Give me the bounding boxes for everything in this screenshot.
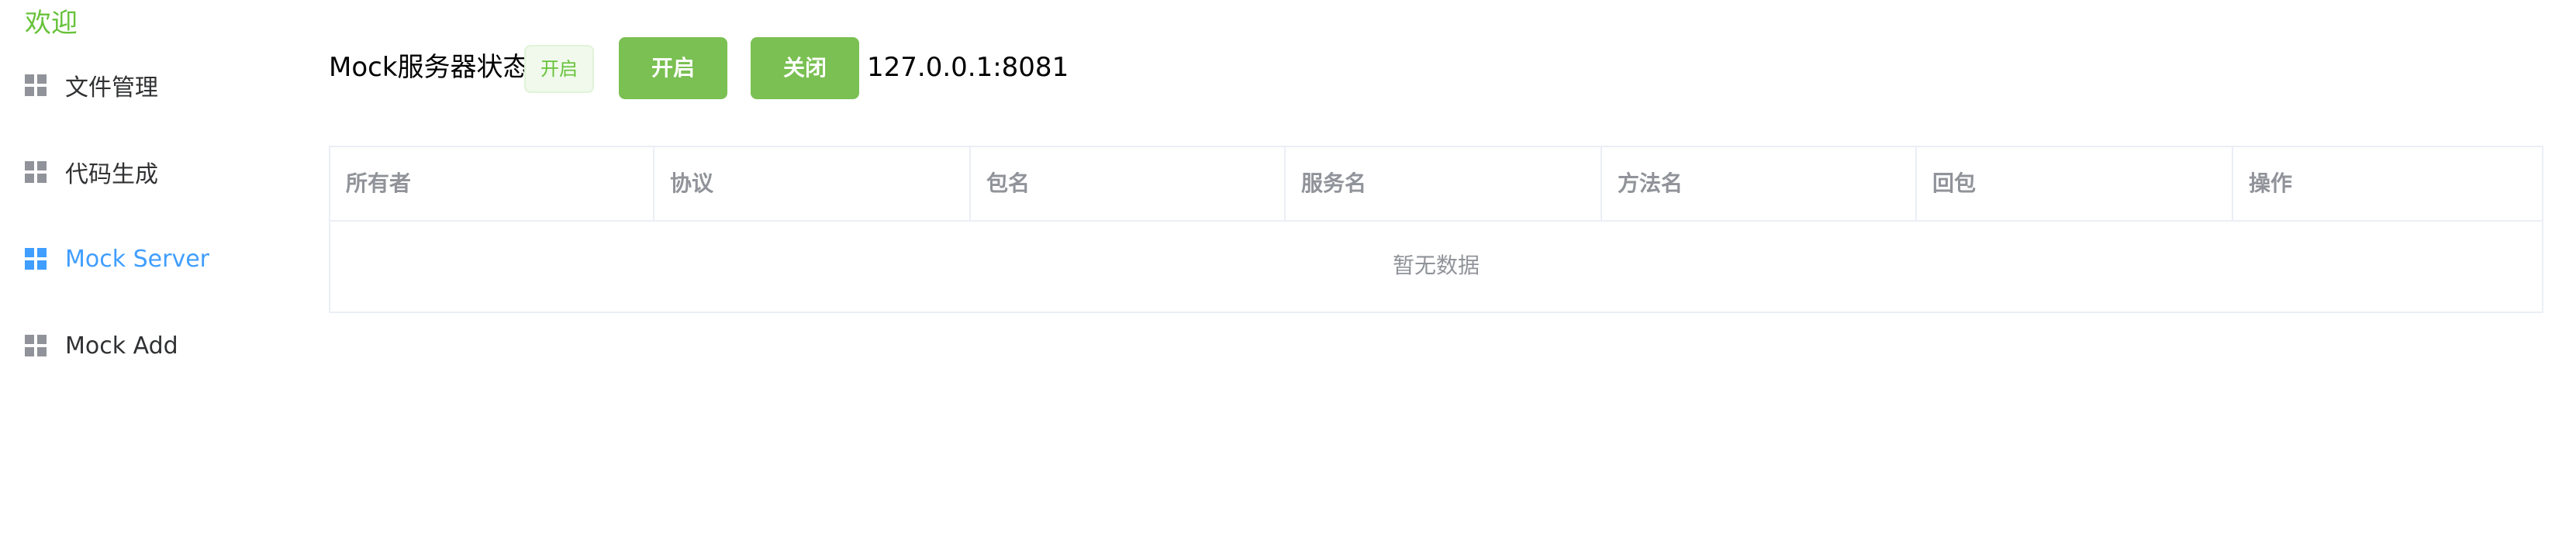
column-header-response: 回包 bbox=[1917, 147, 2233, 220]
table-header: 所有者 协议 包名 服务名 方法名 回包 操作 bbox=[330, 147, 2542, 222]
grid-icon bbox=[25, 248, 47, 270]
stop-server-button[interactable]: 关闭 bbox=[751, 37, 859, 99]
sidebar-item-label: 代码生成 bbox=[65, 161, 158, 188]
server-address: 127.0.0.1:8081 bbox=[867, 52, 1069, 83]
grid-icon bbox=[25, 335, 47, 356]
grid-icon bbox=[25, 74, 47, 96]
column-header-package: 包名 bbox=[971, 147, 1286, 220]
sidebar-item-file-management[interactable]: 文件管理 bbox=[25, 65, 158, 105]
sidebar-item-mock-add[interactable]: Mock Add bbox=[25, 325, 178, 366]
start-server-button[interactable]: 开启 bbox=[619, 37, 727, 99]
welcome-title: 欢迎 bbox=[25, 8, 78, 39]
sidebar-item-label: Mock Add bbox=[65, 332, 178, 360]
sidebar-item-code-generation[interactable]: 代码生成 bbox=[25, 152, 158, 192]
column-header-method: 方法名 bbox=[1602, 147, 1917, 220]
grid-icon bbox=[25, 161, 47, 183]
page: 欢迎 文件管理 代码生成 Mock Server Mock Add Mock服务… bbox=[0, 0, 2576, 544]
empty-state-text: 暂无数据 bbox=[1392, 253, 1480, 278]
column-header-service: 服务名 bbox=[1286, 147, 1602, 220]
sidebar-item-label: Mock Server bbox=[65, 245, 210, 273]
column-header-protocol: 协议 bbox=[654, 147, 971, 220]
mock-table: 所有者 协议 包名 服务名 方法名 回包 操作 暂无数据 bbox=[329, 146, 2543, 313]
status-badge: 开启 bbox=[524, 45, 594, 93]
sidebar-item-label: 文件管理 bbox=[65, 74, 158, 102]
sidebar-item-mock-server[interactable]: Mock Server bbox=[25, 239, 209, 279]
column-header-actions: 操作 bbox=[2249, 170, 2293, 196]
column-header-owner: 所有者 bbox=[330, 147, 654, 220]
server-status-label: Mock服务器状态 bbox=[329, 52, 530, 83]
